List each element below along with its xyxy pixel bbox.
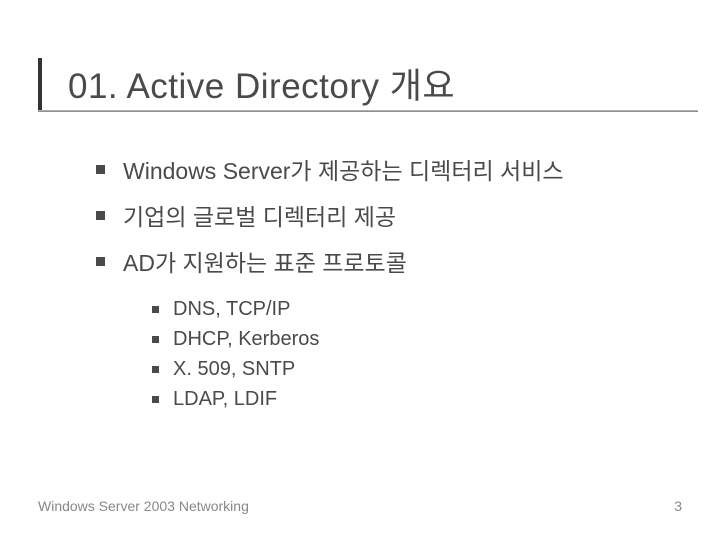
square-bullet-icon — [96, 211, 105, 220]
sub-bullet-text: X. 509, SNTP — [173, 358, 295, 381]
page-number: 3 — [674, 498, 682, 514]
square-bullet-icon — [152, 396, 159, 403]
list-item: LDAP, LDIF — [152, 388, 319, 411]
sub-bullet-text: DNS, TCP/IP — [173, 298, 290, 321]
list-item: AD가 지원하는 표준 프로토콜 — [96, 244, 564, 278]
main-bullet-list: Windows Server가 제공하는 디렉터리 서비스 기업의 글로벌 디렉… — [96, 152, 564, 290]
bullet-text: Windows Server가 제공하는 디렉터리 서비스 — [123, 152, 564, 186]
square-bullet-icon — [96, 165, 105, 174]
title-underline — [38, 110, 698, 112]
square-bullet-icon — [152, 306, 159, 313]
sub-bullet-text: DHCP, Kerberos — [173, 328, 319, 351]
sub-bullet-list: DNS, TCP/IP DHCP, Kerberos X. 509, SNTP … — [152, 298, 319, 418]
sub-bullet-text: LDAP, LDIF — [173, 388, 277, 411]
slide-footer: Windows Server 2003 Networking 3 — [38, 498, 682, 514]
square-bullet-icon — [96, 257, 105, 266]
list-item: Windows Server가 제공하는 디렉터리 서비스 — [96, 152, 564, 186]
bullet-text: AD가 지원하는 표준 프로토콜 — [123, 244, 407, 278]
list-item: X. 509, SNTP — [152, 358, 319, 381]
list-item: DNS, TCP/IP — [152, 298, 319, 321]
square-bullet-icon — [152, 366, 159, 373]
title-container: 01. Active Directory 개요 — [68, 58, 690, 109]
footer-text: Windows Server 2003 Networking — [38, 498, 249, 514]
list-item: DHCP, Kerberos — [152, 328, 319, 351]
title-accent-bar — [38, 58, 42, 110]
slide-title: 01. Active Directory 개요 — [68, 58, 690, 109]
bullet-text: 기업의 글로벌 디렉터리 제공 — [123, 198, 396, 232]
square-bullet-icon — [152, 336, 159, 343]
list-item: 기업의 글로벌 디렉터리 제공 — [96, 198, 564, 232]
